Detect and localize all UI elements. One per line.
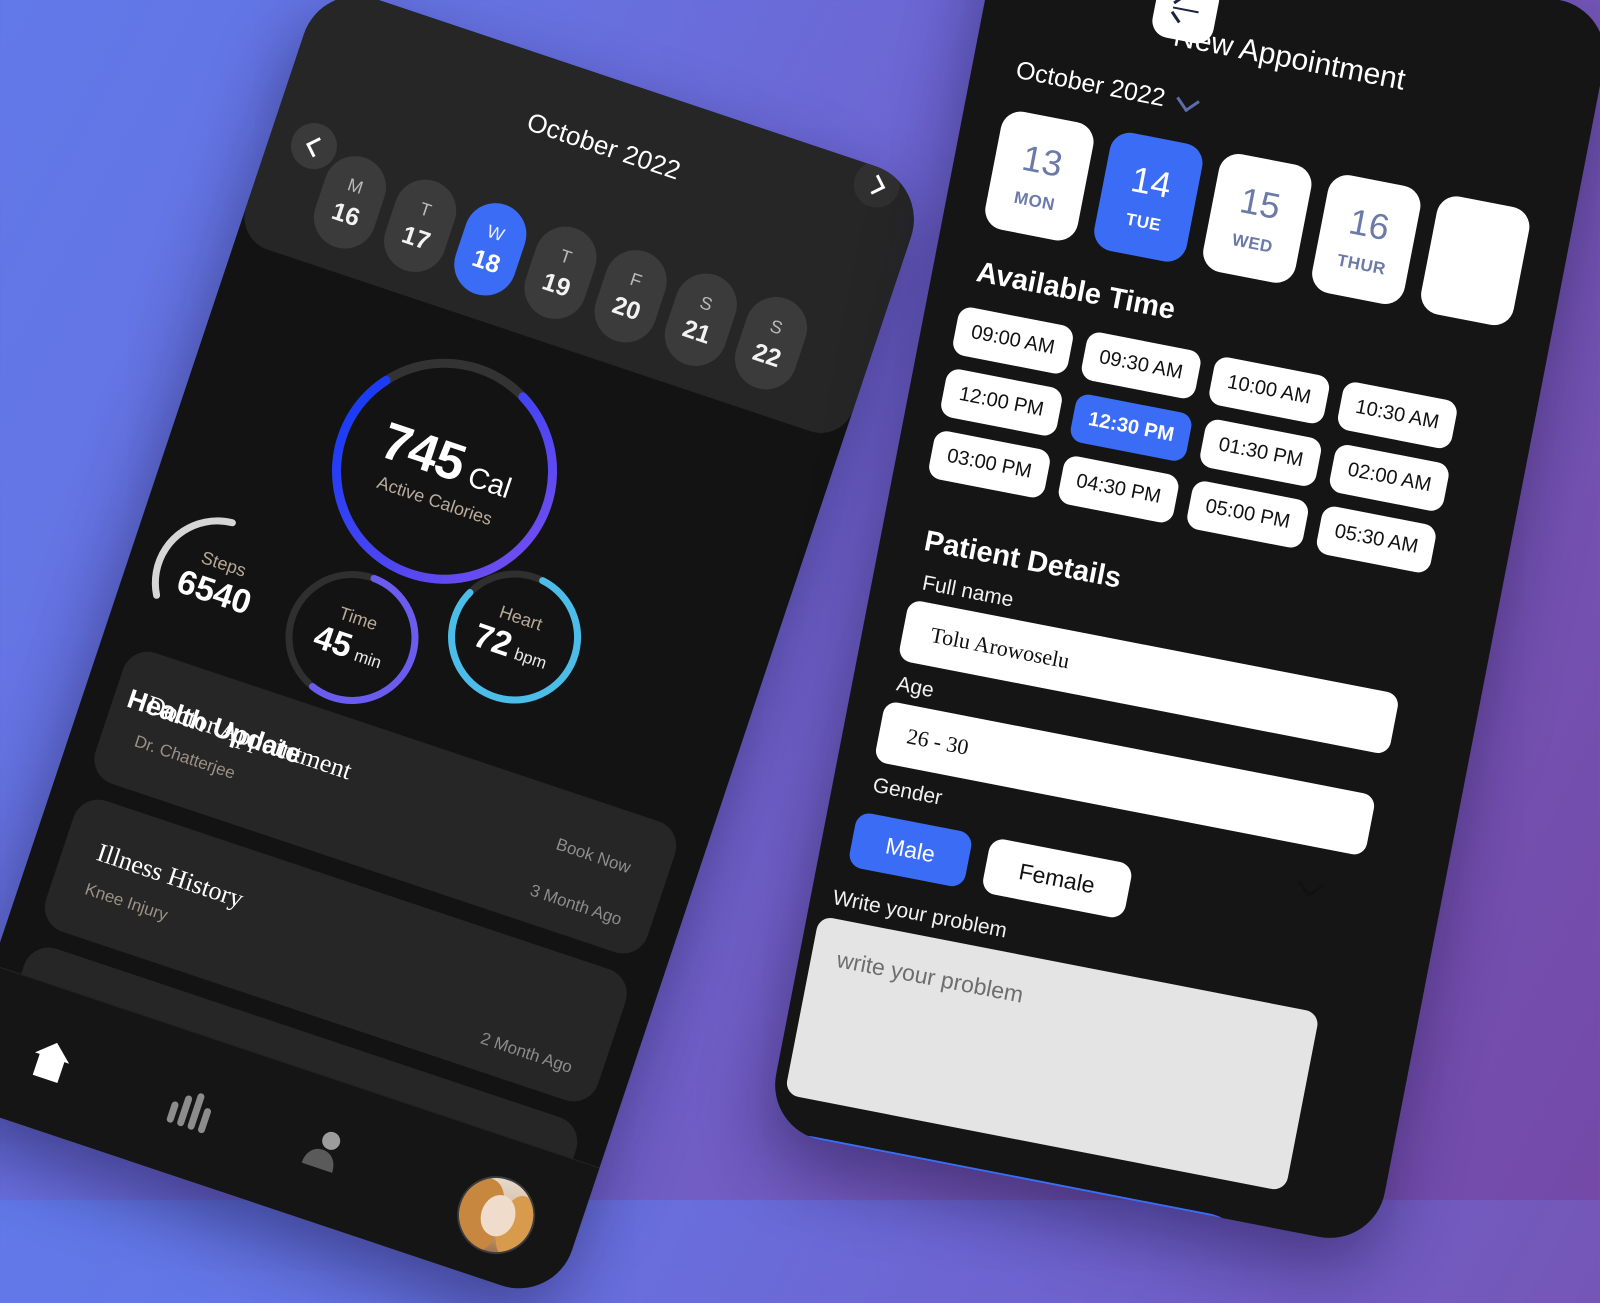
month-label: October 2022 — [1013, 55, 1168, 113]
calendar-day-pill[interactable]: F 20 — [586, 241, 675, 351]
time-slot-chip[interactable]: 01:30 PM — [1198, 417, 1324, 489]
problem-placeholder: write your problem — [834, 946, 1026, 1008]
calendar-next-button[interactable] — [847, 155, 906, 214]
month-selector[interactable]: October 2022 — [1013, 55, 1200, 119]
chevron-left-icon — [305, 136, 326, 157]
problem-textarea[interactable]: write your problem — [784, 915, 1320, 1192]
day-weekday: S — [767, 315, 786, 339]
time-slot-chip[interactable]: 05:00 PM — [1185, 479, 1311, 550]
nav-avatar-button[interactable] — [446, 1165, 546, 1265]
time-slot-chip[interactable]: 10:30 AM — [1335, 380, 1460, 451]
screenshot-stage: October 2022 M 16 T 17 W 18 T 19 F 20 S 21 S 22 — [0, 0, 1600, 1303]
time-slot-chip[interactable]: 04:30 PM — [1056, 454, 1181, 525]
chevron-down-icon — [1297, 871, 1324, 898]
time-slot-chip[interactable]: 09:00 AM — [950, 305, 1075, 376]
date-number: 15 — [1236, 178, 1284, 227]
day-number: 19 — [538, 267, 574, 303]
heart-unit: bpm — [511, 644, 550, 673]
day-number: 18 — [468, 243, 504, 280]
date-card[interactable]: 16 THUR — [1308, 171, 1424, 308]
date-number: 14 — [1127, 157, 1175, 206]
time-slot-chip[interactable]: 12:00 PM — [938, 367, 1064, 438]
date-weekday: THUR — [1335, 250, 1388, 279]
day-weekday: T — [417, 198, 434, 221]
day-number: 17 — [398, 220, 434, 256]
card-timestamp: 2 Month Ago — [478, 1028, 575, 1077]
nav-profile-button[interactable] — [295, 1123, 350, 1183]
day-weekday: S — [697, 292, 716, 316]
person-icon — [301, 1131, 341, 1173]
calories-unit: Cal — [463, 460, 516, 505]
calendar-day-pill[interactable]: T 19 — [516, 218, 605, 328]
bar-chart-icon — [166, 1093, 212, 1134]
day-weekday: T — [557, 245, 575, 268]
day-weekday: F — [627, 268, 645, 292]
time-unit: min — [351, 645, 384, 673]
day-number: 21 — [679, 314, 715, 350]
nav-home-button[interactable] — [24, 1035, 77, 1092]
nav-stats-button[interactable] — [162, 1085, 215, 1139]
day-weekday: W — [484, 221, 507, 246]
date-card[interactable]: 14 TUE — [1090, 129, 1206, 266]
avatar — [446, 1165, 546, 1265]
calendar-day-pill[interactable]: W 18 — [445, 194, 535, 304]
date-weekday: MON — [1012, 187, 1057, 214]
day-number: 20 — [608, 290, 645, 327]
arrow-left-icon — [1172, 6, 1199, 14]
calendar-day-pill[interactable]: T 17 — [375, 171, 465, 281]
home-icon — [32, 1042, 70, 1084]
day-number: 22 — [749, 337, 785, 374]
date-number: 16 — [1345, 199, 1393, 248]
full-name-value: Tolu Arowoselu — [928, 621, 1072, 674]
date-card[interactable]: 13 MON — [981, 108, 1097, 244]
book-now-link[interactable]: Book Now — [553, 835, 634, 879]
date-card[interactable] — [1417, 192, 1533, 329]
day-weekday: M — [345, 174, 366, 199]
time-slot-grid[interactable]: 09:00 AM 09:30 AM 10:00 AM 10:30 AM 12:00 PM… — [926, 305, 1490, 580]
calendar-day-pill[interactable]: S 22 — [726, 288, 816, 398]
time-slot-chip[interactable]: 09:30 AM — [1079, 330, 1203, 401]
date-weekday: WED — [1230, 229, 1275, 257]
date-card[interactable]: 15 WED — [1199, 150, 1315, 287]
calendar-day-pill[interactable]: S 21 — [656, 265, 746, 375]
chevron-down-icon — [1175, 88, 1200, 113]
time-slot-chip[interactable]: 12:30 PM — [1068, 392, 1194, 464]
time-slot-chip[interactable]: 05:30 AM — [1314, 504, 1439, 575]
date-weekday: TUE — [1124, 209, 1163, 235]
time-slot-chip[interactable]: 02:00 AM — [1327, 442, 1452, 514]
time-slot-chip[interactable]: 10:00 AM — [1207, 355, 1331, 426]
card-timestamp: 3 Month Ago — [527, 880, 625, 930]
time-slot-chip[interactable]: 03:00 PM — [926, 428, 1052, 500]
age-label: Age — [894, 672, 936, 703]
date-number: 13 — [1018, 136, 1067, 185]
day-number: 16 — [328, 196, 364, 233]
chevron-right-icon — [864, 173, 885, 195]
age-value: 26 - 30 — [904, 723, 971, 760]
